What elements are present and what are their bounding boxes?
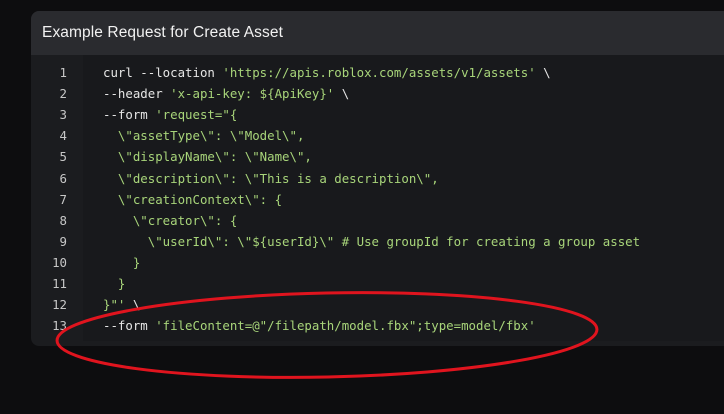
line-number: 1 — [59, 65, 67, 80]
code-line: --form 'request="{ — [103, 104, 237, 125]
code-string-token: \"displayName\": \"Name\", — [103, 149, 312, 165]
code-block[interactable]: 1 curl --location 'https://apis.roblox.co… — [31, 55, 724, 341]
line-number: 13 — [52, 318, 67, 334]
code-string-token: \"userId\": \"${userId}\" # Use groupId … — [103, 233, 641, 249]
line-number: 7 — [59, 191, 67, 207]
code-line: --form 'fileContent=@"/filepath/model.fb… — [103, 315, 536, 336]
code-line: --header 'x-api-key: ${ApiKey}' \ — [103, 83, 349, 104]
code-sample-title: Example Request for Create Asset — [42, 24, 283, 41]
code-line: \"userId\": \"${userId}\" # Use groupId … — [103, 231, 640, 252]
code-string-token: \"creator\": { — [103, 212, 238, 228]
code-line: \"description\": \"This is a description… — [103, 168, 439, 189]
code-line: } — [103, 273, 125, 294]
code-sample-card: Example Request for Create Asset 1 curl -… — [31, 11, 724, 346]
line-number: 8 — [59, 212, 67, 228]
code-token: --form — [103, 107, 156, 123]
code-token: \ — [334, 86, 350, 102]
code-token: \ — [535, 65, 551, 80]
code-token: --form — [103, 318, 156, 334]
line-number: 12 — [52, 297, 67, 313]
line-number: 11 — [52, 276, 67, 291]
code-line: } — [103, 252, 140, 273]
line-number: 5 — [59, 149, 67, 165]
code-token: \ — [125, 297, 141, 313]
code-line: \"creationContext\": { — [103, 189, 282, 210]
code-line: \"assetType\": \"Model\", — [103, 125, 305, 146]
line-number: 10 — [52, 254, 67, 270]
code-string-token: }"' — [103, 297, 126, 313]
code-string-token: 'https://apis.roblox.com/assets/v1/asset… — [222, 65, 536, 80]
code-string-token: \"description\": \"This is a description… — [103, 170, 439, 186]
code-token: --header — [103, 86, 171, 102]
code-string-token: 'request="{ — [155, 107, 238, 123]
line-number: 9 — [59, 233, 67, 249]
code-string-token: 'x-api-key: ${ApiKey}' — [170, 86, 335, 102]
code-string-token: \"creationContext\": { — [103, 191, 283, 207]
line-number: 3 — [59, 107, 67, 123]
code-string-token: 'fileContent=@"/filepath/model.fbx";type… — [155, 318, 536, 334]
code-string-token: } — [103, 276, 126, 291]
line-number: 6 — [59, 170, 67, 186]
line-number: 4 — [59, 128, 67, 144]
code-string-token: } — [103, 254, 141, 270]
code-sample-header: Example Request for Create Asset — [31, 11, 724, 55]
code-string-token: \"assetType\": \"Model\", — [103, 128, 305, 144]
code-line: \"creator\": { — [103, 210, 237, 231]
code-token: curl --location — [103, 65, 223, 80]
code-line: }"' \ — [103, 294, 140, 315]
code-line: curl --location 'https://apis.roblox.com… — [103, 62, 551, 83]
code-line: \"displayName\": \"Name\", — [103, 146, 312, 167]
line-number: 2 — [59, 86, 67, 102]
